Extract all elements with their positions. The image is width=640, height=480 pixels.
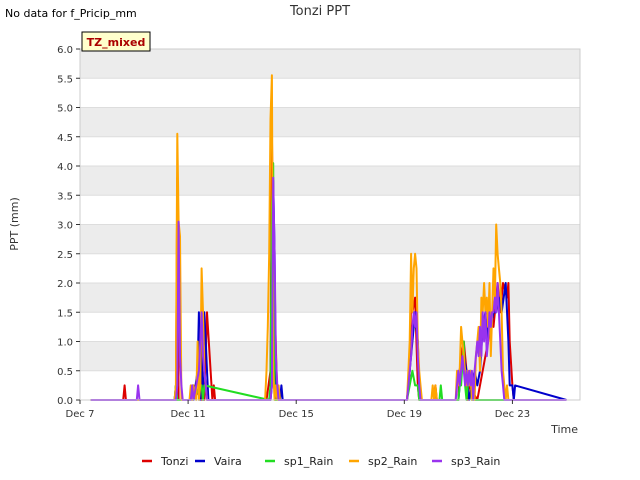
y-tick-label: 2.0	[57, 279, 73, 290]
y-tick-label: 0.0	[57, 396, 73, 407]
y-tick-label: 1.5	[57, 308, 73, 319]
y-tick-label: 3.0	[57, 221, 73, 232]
legend-label-sp1_rain: sp1_Rain	[284, 455, 333, 468]
x-ticks: Dec 7 Dec 11 Dec 15 Dec 19 Dec 23	[66, 400, 530, 420]
legend-label-vaira: Vaira	[214, 455, 242, 468]
grid-band	[80, 341, 580, 371]
y-tick-label: 0.5	[57, 367, 73, 378]
y-ticks: 0.0 0.5 1.0 1.5 2.0 2.5 3.0 3.5 4.0 4.5 5.0 5.5 6.0	[57, 45, 80, 407]
legend-label-sp2_rain: sp2_Rain	[368, 455, 417, 468]
tz-badge: TZ_mixed	[81, 31, 151, 52]
x-tick-label: Dec 19	[387, 409, 422, 420]
y-tick-label: 4.5	[57, 133, 73, 144]
x-tick-label: Dec 11	[170, 409, 205, 420]
legend-label-tonzi: Tonzi	[160, 455, 188, 468]
legend: Tonzi Vaira sp1_Rain sp2_Rain sp3_Rain	[142, 455, 500, 468]
y-tick-label: 5.0	[57, 104, 73, 115]
legend-label-sp3_rain: sp3_Rain	[451, 455, 500, 468]
grid-band	[80, 166, 580, 196]
y-tick-label: 5.5	[57, 74, 73, 85]
y-tick-label: 3.5	[57, 191, 73, 202]
x-tick-label: Dec 23	[495, 409, 530, 420]
tz-badge-label: TZ_mixed	[87, 36, 146, 49]
ppt-chart: Dec 7 Dec 11 Dec 15 Dec 19 Dec 23 0.0 0.5 1.0 1…	[8, 4, 581, 468]
y-tick-label: 1.0	[57, 338, 73, 349]
y-axis-label: PPT (mm)	[8, 197, 21, 251]
x-axis-label: Time	[550, 423, 578, 436]
grid-bands	[80, 49, 580, 371]
grid-band	[80, 107, 580, 137]
y-tick-label: 4.0	[57, 162, 73, 173]
chart-title: Tonzi PPT	[289, 4, 350, 19]
grid-band	[80, 224, 580, 254]
y-tick-label: 6.0	[57, 45, 73, 56]
x-tick-label: Dec 15	[279, 409, 314, 420]
y-tick-label: 2.5	[57, 250, 73, 261]
x-tick-label: Dec 7	[66, 409, 95, 420]
grid-band	[80, 49, 580, 79]
